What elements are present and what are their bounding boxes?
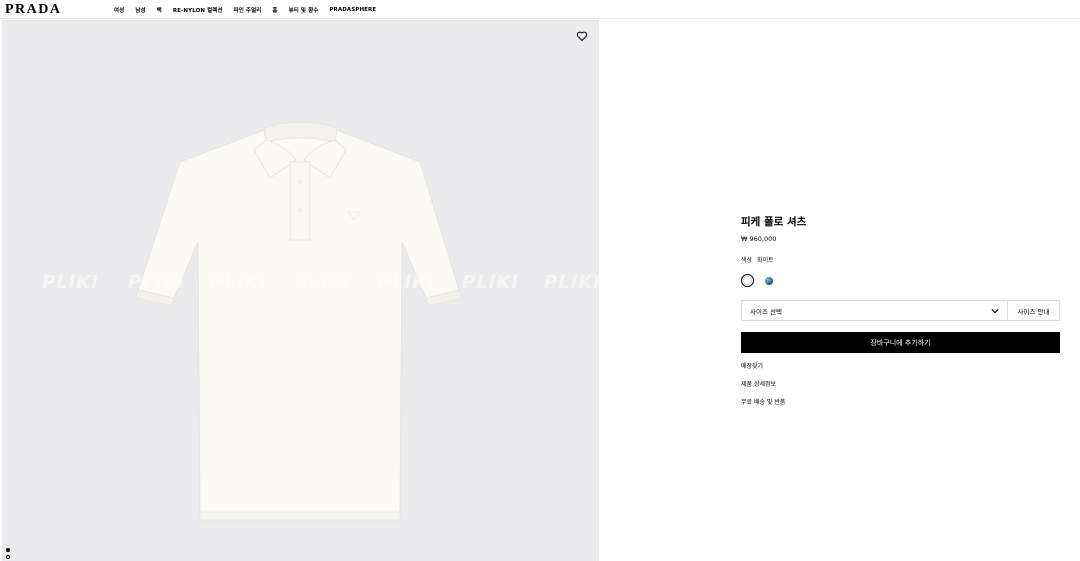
watermark-text: PLIKI	[544, 272, 599, 293]
color-label: 색상	[741, 257, 753, 264]
color-swatches	[741, 274, 1060, 287]
nav-item-pradasphere[interactable]: PRADASPHERE	[329, 7, 376, 13]
nav-item-women[interactable]: 여성	[114, 6, 124, 14]
prada-logo[interactable]: PRADA	[5, 2, 62, 17]
heart-icon[interactable]	[576, 30, 588, 42]
product-details-link[interactable]: 제품 상세정보	[741, 381, 1060, 399]
watermark-text: PLIKI	[128, 272, 186, 293]
size-guide-button[interactable]: 사이즈 안내	[1008, 301, 1059, 320]
nav-item-beauty[interactable]: 뷰티 및 향수	[289, 6, 319, 14]
nav-item-bags[interactable]: 백	[157, 6, 162, 14]
shipping-returns-link[interactable]: 무료 배송 및 반품	[741, 399, 1060, 417]
size-select-label: 사이즈 선택	[750, 307, 782, 316]
slide-dot[interactable]	[6, 555, 10, 559]
watermark-text: PLIKI	[294, 272, 352, 293]
product-title: 피케 폴로 셔츠	[741, 216, 807, 228]
nav-item-home[interactable]: 홈	[272, 6, 277, 14]
nav-item-fine-jewelry[interactable]: 파인 주얼리	[234, 6, 262, 14]
slide-indicator	[6, 548, 10, 561]
watermark-text: PLIKI	[42, 272, 100, 293]
watermark-text: PLIKI	[210, 272, 268, 293]
add-to-cart-button[interactable]: 장바구니에 추가하기	[741, 332, 1060, 353]
size-select-dropdown[interactable]: 사이즈 선택	[742, 301, 1008, 320]
color-row: 색상 화이트	[741, 255, 1060, 264]
nav-item-men[interactable]: 남성	[135, 6, 145, 14]
watermark-text: PLIKI	[378, 272, 436, 293]
product-info-panel: 피케 폴로 셔츠 ₩ 960,000 색상 화이트 사이즈 선택 사이즈 안내 …	[741, 215, 1060, 417]
color-swatch-white[interactable]	[741, 274, 754, 287]
nav-item-re-nylon[interactable]: RE-NYLON 컬렉션	[173, 6, 223, 14]
color-value: 화이트	[757, 257, 774, 264]
main-nav: 여성 남성 백 RE-NYLON 컬렉션 파인 주얼리 홈 뷰티 및 향수 PR…	[114, 0, 387, 19]
site-header: PRADA 여성 남성 백 RE-NYLON 컬렉션 파인 주얼리 홈 뷰티 및…	[0, 0, 1080, 19]
product-links: 매장찾기 제품 상세정보 무료 배송 및 반품	[741, 363, 1060, 417]
chevron-down-icon	[991, 308, 999, 313]
slide-dot-active[interactable]	[6, 548, 10, 552]
product-image-gallery[interactable]: PLIKI PLIKI PLIKI PLIKI PLIKI PLIKI PLIK…	[2, 20, 599, 561]
product-price: ₩ 960,000	[741, 235, 777, 243]
size-row: 사이즈 선택 사이즈 안내	[741, 300, 1060, 321]
store-locator-link[interactable]: 매장찾기	[741, 363, 1060, 381]
color-swatch-blue[interactable]	[765, 276, 773, 285]
watermark-text: PLIKI	[462, 272, 520, 293]
